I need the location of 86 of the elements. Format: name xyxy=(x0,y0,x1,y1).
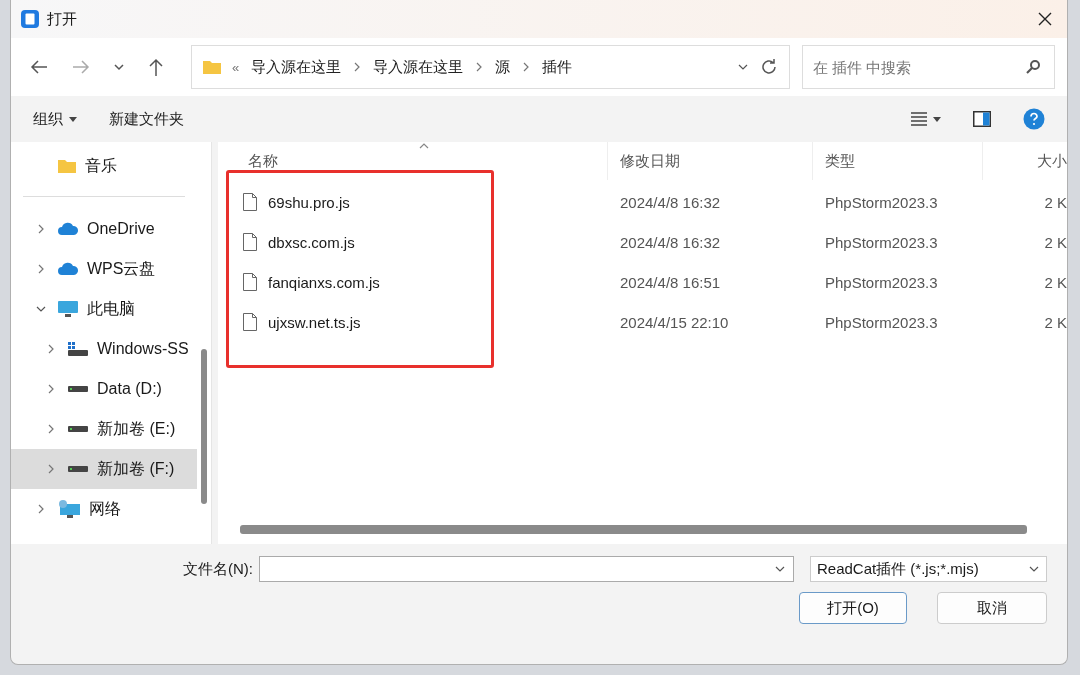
sidebar-item[interactable]: WPS云盘 xyxy=(11,249,197,289)
sidebar-item[interactable]: 网络 xyxy=(11,489,197,529)
file-type-dropdown[interactable]: ReadCat插件 (*.js;*.mjs) xyxy=(810,556,1047,582)
column-header[interactable]: 名称 xyxy=(218,142,608,180)
chevron-right-icon[interactable] xyxy=(47,343,55,355)
date-cell-text: 2024/4/8 16:51 xyxy=(619,273,722,291)
chevron-right-icon[interactable] xyxy=(47,423,55,435)
window-title: 打开 xyxy=(47,9,78,29)
folder-icon xyxy=(202,59,222,75)
sidebar-item[interactable]: 新加卷 (E:) xyxy=(11,409,197,449)
help-icon[interactable] xyxy=(1023,108,1045,130)
file-name-cell[interactable]: fanqianxs.com.js xyxy=(218,272,608,292)
caret-icon[interactable] xyxy=(933,116,941,122)
type-cell-text: PhpStorm2023.3 xyxy=(824,273,939,291)
app-icon xyxy=(21,10,39,28)
file-name-field[interactable] xyxy=(259,556,794,582)
size-cell-text: 2 K xyxy=(1043,233,1067,251)
sidebar-item[interactable]: OneDrive xyxy=(11,209,197,249)
breadcrumb[interactable]: 导入源在这里 xyxy=(373,57,464,77)
sidebar-item[interactable]: Data (D:) xyxy=(11,369,197,409)
breadcrumb[interactable]: 导入源在这里 xyxy=(251,57,342,77)
chevron-down-icon[interactable] xyxy=(35,305,47,313)
file-icon xyxy=(242,312,258,332)
type-cell-text: PhpStorm2023.3 xyxy=(824,193,939,211)
search-field[interactable]: 在 插件 中搜索 xyxy=(802,45,1055,89)
file-icon xyxy=(242,272,258,292)
monitor-icon xyxy=(57,300,79,318)
preview-pane-icon[interactable] xyxy=(973,111,991,127)
overflow-chevrons[interactable]: « xyxy=(232,59,240,75)
sidebar-item[interactable]: 音乐 xyxy=(11,146,197,186)
column-header[interactable]: 类型 xyxy=(813,142,983,180)
date-cell-text: 2024/4/8 16:32 xyxy=(619,193,722,211)
address-bar[interactable]: « 导入源在这里 导入源在这里 源 插件 xyxy=(191,45,791,89)
search-icon[interactable] xyxy=(1025,59,1041,75)
breadcrumb[interactable]: 源 xyxy=(495,57,511,77)
chevron-right-icon[interactable] xyxy=(47,383,55,395)
date-cell-text: 2024/4/8 16:32 xyxy=(619,233,722,251)
drive-icon xyxy=(67,385,89,393)
list-view-icon[interactable] xyxy=(911,112,927,126)
up-arrow-icon[interactable] xyxy=(147,57,165,77)
drive-icon xyxy=(67,465,89,473)
file-icon xyxy=(242,192,258,212)
breadcrumb-separator-icon[interactable] xyxy=(475,61,484,73)
file-name-cell[interactable]: dbxsc.com.js xyxy=(218,232,608,252)
forward-arrow-icon[interactable] xyxy=(71,59,91,75)
file-name-cell[interactable]: 69shu.pro.js xyxy=(218,192,608,212)
size-cell-text: 2 K xyxy=(1043,273,1067,291)
sort-ascending-icon xyxy=(418,142,430,150)
cancel-button[interactable]: 取消 xyxy=(937,592,1047,624)
scrollbar-thumb[interactable] xyxy=(201,349,207,504)
type-cell-text: PhpStorm2023.3 xyxy=(824,233,939,251)
file-name-cell[interactable]: ujxsw.net.ts.js xyxy=(218,312,608,332)
cloud-icon xyxy=(57,222,79,236)
size-cell-text: 2 K xyxy=(1043,193,1067,211)
sidebar-item[interactable]: 新加卷 (F:) xyxy=(11,449,197,489)
dropdown-icon[interactable] xyxy=(1028,565,1040,573)
new-folder-button[interactable]: 新建文件夹 xyxy=(99,105,194,133)
dropdown-icon[interactable] xyxy=(774,565,786,573)
cloud-icon xyxy=(57,262,79,276)
horizontal-scrollbar-thumb[interactable] xyxy=(240,525,1027,534)
network-icon xyxy=(57,499,81,519)
chevron-down-icon[interactable] xyxy=(113,63,125,71)
column-header[interactable]: 大小 xyxy=(983,142,1067,180)
chevron-right-icon[interactable] xyxy=(37,503,45,515)
open-button[interactable]: 打开(O) xyxy=(799,592,907,624)
date-cell-text: 2024/4/15 22:10 xyxy=(619,313,730,331)
drive-icon xyxy=(67,425,89,433)
breadcrumb[interactable]: 插件 xyxy=(542,57,573,77)
size-cell-text: 2 K xyxy=(1043,313,1067,331)
file-name-label: 文件名(N): xyxy=(183,559,253,579)
caret-icon[interactable] xyxy=(69,116,77,122)
chevron-right-icon[interactable] xyxy=(37,223,45,235)
back-arrow-icon[interactable] xyxy=(29,59,49,75)
organize-button[interactable]: 组织 xyxy=(23,105,87,133)
folder-icon xyxy=(57,158,77,174)
chevron-right-icon[interactable] xyxy=(37,263,45,275)
dropdown-icon[interactable] xyxy=(737,63,750,71)
file-icon xyxy=(242,232,258,252)
type-cell-text: PhpStorm2023.3 xyxy=(824,313,939,331)
chevron-right-icon[interactable] xyxy=(47,463,55,475)
breadcrumb-separator-icon[interactable] xyxy=(522,61,531,73)
breadcrumb-separator-icon[interactable] xyxy=(353,61,362,73)
drive-icon xyxy=(67,341,89,357)
sidebar-item[interactable]: Windows-SS xyxy=(11,329,197,369)
sidebar-item[interactable]: 此电脑 xyxy=(11,289,197,329)
column-header[interactable]: 修改日期 xyxy=(608,142,813,180)
